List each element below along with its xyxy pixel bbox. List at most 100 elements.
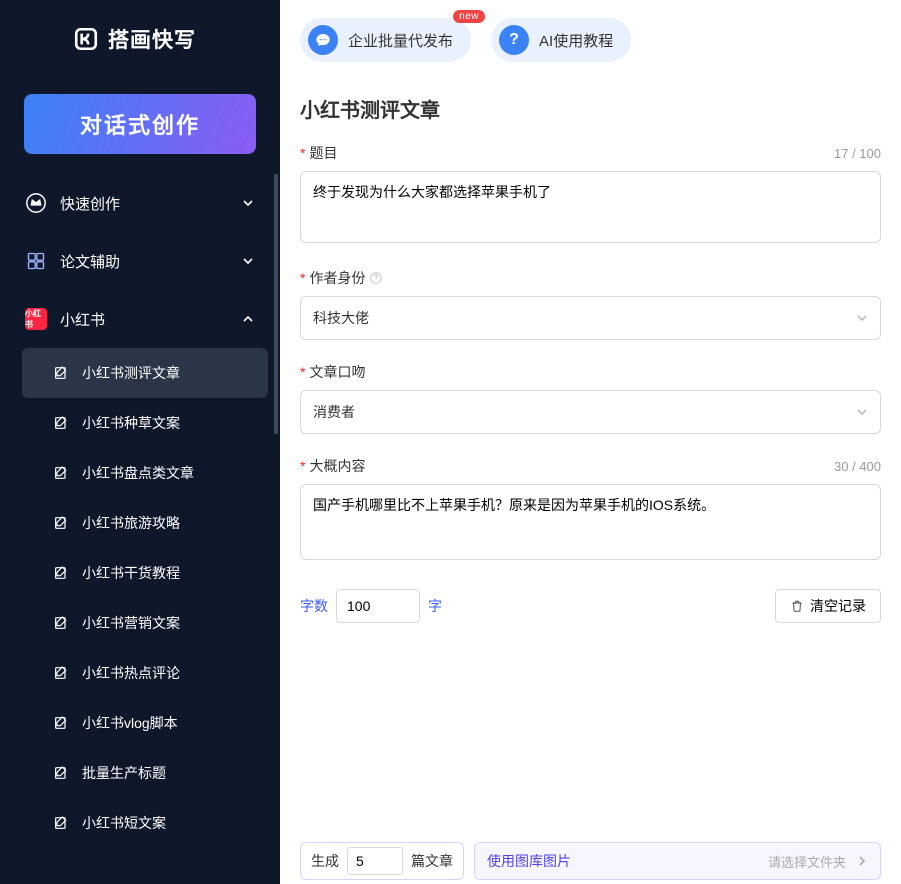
subnav-item-roundup[interactable]: 小红书盘点类文章 <box>22 448 268 498</box>
subnav-item-short-copy[interactable]: 小红书短文案 <box>22 798 268 848</box>
chevron-down-icon <box>856 406 868 418</box>
new-badge: new <box>453 10 485 23</box>
image-library-select[interactable]: 使用图库图片 请选择文件夹 <box>474 842 881 880</box>
logo-text: 搭画快写 <box>108 24 196 54</box>
edit-icon <box>52 364 70 382</box>
subnav-item-travel-guide[interactable]: 小红书旅游攻略 <box>22 498 268 548</box>
edit-icon <box>52 464 70 482</box>
chevron-down-icon <box>240 195 256 211</box>
subnav-item-label: 批量生产标题 <box>82 763 166 783</box>
sidebar-item-label: 快速创作 <box>60 193 228 214</box>
sidebar-item-quick-create[interactable]: 快速创作 <box>12 174 268 232</box>
field-label: 大概内容 <box>309 456 365 476</box>
sidebar-item-thesis-assist[interactable]: 论文辅助 <box>12 232 268 290</box>
edit-icon <box>52 564 70 582</box>
field-title: * 题目 17 / 100 <box>300 143 881 246</box>
outline-input[interactable] <box>300 484 881 560</box>
grid-icon <box>24 249 48 273</box>
sidebar: 搭画快写 对话式创作 快速创作 论文辅助 <box>0 0 280 884</box>
pill-label: AI使用教程 <box>539 30 613 51</box>
subnav-item-marketing-copy[interactable]: 小红书营销文案 <box>22 598 268 648</box>
edit-icon <box>52 514 70 532</box>
subnav-item-review-article[interactable]: 小红书测评文章 <box>22 348 268 398</box>
edit-icon <box>52 614 70 632</box>
required-mark: * <box>300 458 305 474</box>
field-label: 文章口吻 <box>309 362 365 382</box>
edit-icon <box>52 714 70 732</box>
subnav-item-tutorial[interactable]: 小红书干货教程 <box>22 548 268 598</box>
subnav-item-label: 小红书短文案 <box>82 813 166 833</box>
main: 企业批量代发布 new ? AI使用教程 小红书测评文章 * 题目 17 / 1… <box>280 0 901 884</box>
subnav-item-label: 小红书vlog脚本 <box>82 713 178 733</box>
sidebar-item-label: 小红书 <box>60 309 228 330</box>
button-label: 清空记录 <box>810 596 866 616</box>
bottom-bar: 生成 篇文章 使用图库图片 请选择文件夹 <box>300 832 881 884</box>
author-select[interactable]: 科技大佬 <box>300 296 881 340</box>
lib-placeholder: 请选择文件夹 <box>768 852 846 871</box>
edit-icon <box>52 664 70 682</box>
content: 小红书测评文章 * 题目 17 / 100 * 作者身份 <box>280 80 901 884</box>
wordcount-input[interactable] <box>336 589 420 623</box>
wordcount-suffix: 字 <box>428 596 442 616</box>
select-value: 科技大佬 <box>313 308 369 328</box>
sidebar-item-xiaohongshu[interactable]: 小红书 小红书 <box>12 290 268 348</box>
subnav-item-label: 小红书盘点类文章 <box>82 463 194 483</box>
lib-label: 使用图库图片 <box>487 851 571 871</box>
field-label: 作者身份 <box>309 268 365 288</box>
trash-icon <box>790 599 804 613</box>
subnav-item-label: 小红书旅游攻略 <box>82 513 180 533</box>
field-label: 题目 <box>309 143 337 163</box>
required-mark: * <box>300 145 305 161</box>
chevron-right-icon <box>856 855 868 867</box>
edit-icon <box>52 764 70 782</box>
select-value: 消费者 <box>313 402 355 422</box>
gen-suffix: 篇文章 <box>411 851 453 871</box>
crown-icon <box>24 191 48 215</box>
enterprise-publish-button[interactable]: 企业批量代发布 new <box>300 18 471 62</box>
chat-icon <box>308 25 338 55</box>
sidebar-nav: 快速创作 论文辅助 小红书 小红书 <box>0 174 280 848</box>
logo-icon <box>72 25 100 53</box>
xhs-icon: 小红书 <box>24 307 48 331</box>
required-mark: * <box>300 270 305 286</box>
logo: 搭画快写 <box>0 0 280 78</box>
subnav-item-vlog-script[interactable]: 小红书vlog脚本 <box>22 698 268 748</box>
subnav-item-hot-comments[interactable]: 小红书热点评论 <box>22 648 268 698</box>
subnav-item-label: 小红书干货教程 <box>82 563 180 583</box>
sidebar-item-label: 论文辅助 <box>60 251 228 272</box>
subnav-item-label: 小红书营销文案 <box>82 613 180 633</box>
title-input[interactable] <box>300 171 881 243</box>
scrollbar[interactable] <box>274 174 278 434</box>
sidebar-subnav: 小红书测评文章 小红书种草文案 小红书盘点类文章 小红书旅游攻略 小红书干货教程 <box>12 348 268 848</box>
field-outline: * 大概内容 30 / 400 <box>300 456 881 563</box>
edit-icon <box>52 414 70 432</box>
gen-prefix: 生成 <box>311 851 339 871</box>
subnav-item-seeding-copy[interactable]: 小红书种草文案 <box>22 398 268 448</box>
subnav-item-label: 小红书热点评论 <box>82 663 180 683</box>
clear-history-button[interactable]: 清空记录 <box>775 589 881 623</box>
tone-select[interactable]: 消费者 <box>300 390 881 434</box>
conversation-create-button[interactable]: 对话式创作 <box>24 94 256 154</box>
field-author: * 作者身份 科技大佬 <box>300 268 881 340</box>
page-title: 小红书测评文章 <box>300 94 881 123</box>
field-tone: * 文章口吻 消费者 <box>300 362 881 434</box>
subnav-item-label: 小红书测评文章 <box>82 363 180 383</box>
chevron-down-icon <box>240 253 256 269</box>
topbar: 企业批量代发布 new ? AI使用教程 <box>280 0 901 80</box>
wordcount-prefix: 字数 <box>300 596 328 616</box>
generate-count-group: 生成 篇文章 <box>300 842 464 880</box>
pill-label: 企业批量代发布 <box>348 30 453 51</box>
question-icon: ? <box>499 25 529 55</box>
help-icon <box>369 271 383 285</box>
edit-icon <box>52 814 70 832</box>
ai-tutorial-button[interactable]: ? AI使用教程 <box>491 18 631 62</box>
chevron-down-icon <box>856 312 868 324</box>
char-counter: 17 / 100 <box>834 146 881 161</box>
tools-row: 字数 字 清空记录 <box>300 589 881 623</box>
gen-count-input[interactable] <box>347 847 403 875</box>
subnav-item-batch-titles[interactable]: 批量生产标题 <box>22 748 268 798</box>
required-mark: * <box>300 364 305 380</box>
subnav-item-label: 小红书种草文案 <box>82 413 180 433</box>
char-counter: 30 / 400 <box>834 459 881 474</box>
chevron-up-icon <box>240 311 256 327</box>
